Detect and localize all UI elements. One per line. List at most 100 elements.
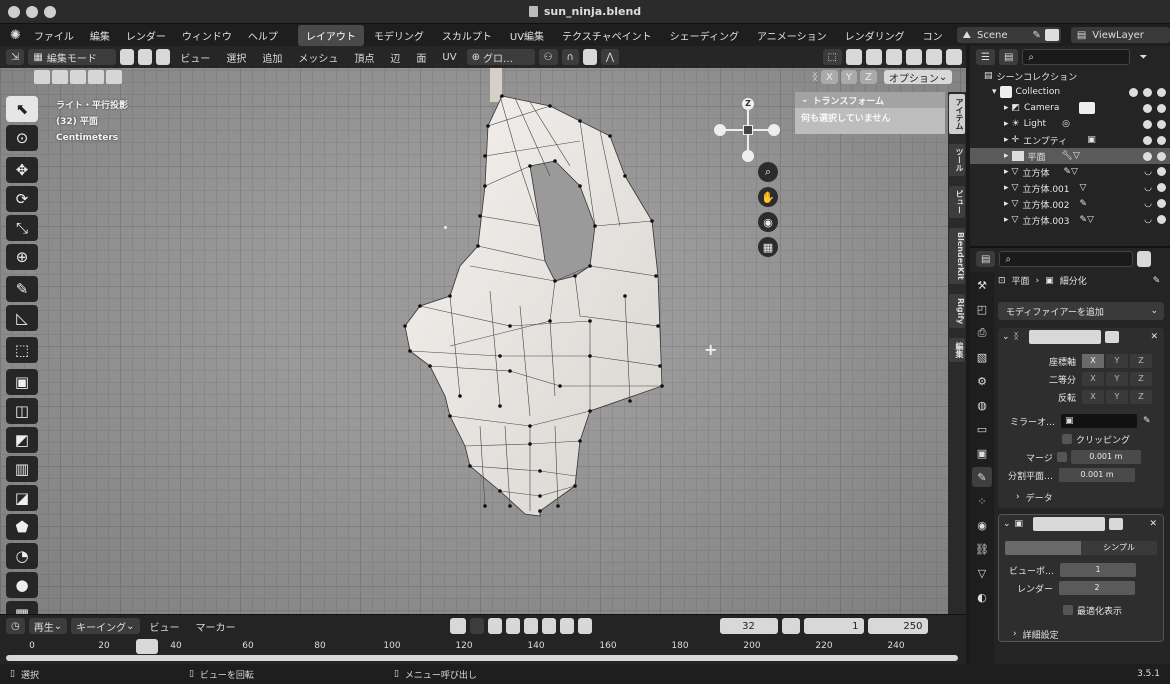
outliner-item-collection[interactable]: ▾ Collection xyxy=(970,84,1170,100)
current-frame-field[interactable]: 32 xyxy=(719,618,778,634)
menu-add[interactable]: 追加 xyxy=(256,50,288,65)
transform-panel-header[interactable]: ⌄ トランスフォーム xyxy=(795,92,945,108)
bevel-tool[interactable]: ◩ xyxy=(6,427,38,453)
tab-animation[interactable]: アニメーション xyxy=(749,25,835,46)
modifier-dropdown[interactable] xyxy=(1109,518,1124,530)
tab-blenderkit[interactable]: BlenderKit xyxy=(949,228,965,284)
tab-modifiers[interactable]: ✎ xyxy=(972,467,992,487)
select-mode-new-button[interactable] xyxy=(34,70,50,84)
zoom-window-button[interactable] xyxy=(44,6,56,18)
start-frame-field[interactable]: 1 xyxy=(803,618,864,634)
bisect-z-toggle[interactable]: Z xyxy=(1130,372,1152,386)
merge-checkbox[interactable] xyxy=(1056,452,1067,462)
flip-y-toggle[interactable]: Y xyxy=(1106,390,1128,404)
select-mode-invert-button[interactable] xyxy=(88,70,104,84)
edge-select-button[interactable] xyxy=(138,49,153,65)
mirror-modifier-header[interactable]: ⌄ ᛝ ✕ xyxy=(998,328,1164,346)
checkbox-icon[interactable] xyxy=(1129,87,1138,97)
close-window-button[interactable] xyxy=(8,6,20,18)
camera-icon[interactable] xyxy=(1157,151,1166,161)
gizmo-y-axis[interactable] xyxy=(743,125,753,135)
mirror-z-toggle[interactable]: Z xyxy=(859,70,877,84)
bisect-y-toggle[interactable]: Y xyxy=(1106,372,1128,386)
eye-closed-icon[interactable]: ◡ xyxy=(1144,199,1152,209)
data-subpanel-header[interactable]: › データ xyxy=(998,488,1164,506)
scale-tool[interactable]: ⤡ xyxy=(6,215,38,241)
menu-render[interactable]: レンダー xyxy=(119,26,173,45)
modifier-name-field[interactable] xyxy=(1033,517,1106,531)
add-modifier-button[interactable]: モディファイアーを追加 ⌄ xyxy=(998,302,1164,320)
inset-tool[interactable]: ◫ xyxy=(6,398,38,424)
shading-material-button[interactable] xyxy=(946,49,962,65)
axis-x-toggle[interactable]: X xyxy=(1082,354,1104,368)
camera-icon[interactable] xyxy=(1157,119,1166,129)
menu-mesh[interactable]: メッシュ xyxy=(292,50,344,65)
tab-view[interactable]: ビュー xyxy=(949,186,965,218)
menu-select[interactable]: 選択 xyxy=(220,50,252,65)
outliner-item-empty[interactable]: ▸ ✛ エンプティ ▣ xyxy=(970,132,1170,148)
tab-constraints[interactable]: ⛓ xyxy=(972,539,992,559)
outliner-item-cube[interactable]: ▸ ▽ 立方体 ✎ ▽ ◡ xyxy=(970,164,1170,180)
blender-logo-icon[interactable]: ✺ xyxy=(6,28,25,43)
gizmo-z-neg[interactable] xyxy=(742,150,754,162)
outliner-item-cube-001[interactable]: ▸ ▽ 立方体.001 ▽ ◡ xyxy=(970,180,1170,196)
shading-solid-button[interactable] xyxy=(926,49,942,65)
gizmo-x-neg[interactable] xyxy=(714,124,726,136)
jump-end-button[interactable] xyxy=(577,618,592,634)
navigation-gizmo[interactable]: Z xyxy=(712,94,782,164)
poly-build-tool[interactable]: ⬟ xyxy=(6,514,38,540)
pivot-button[interactable]: ⚇ xyxy=(538,49,558,65)
eye-icon[interactable] xyxy=(1143,87,1152,97)
properties-editor-type[interactable]: ▤ xyxy=(976,251,996,267)
tab-compositing[interactable]: コン xyxy=(915,25,951,46)
rotate-tool[interactable]: ⟳ xyxy=(6,186,38,212)
smooth-tool[interactable]: ● xyxy=(6,572,38,598)
camera-view-icon[interactable]: ◉ xyxy=(758,212,778,232)
bisect-x-toggle[interactable]: X xyxy=(1082,372,1104,386)
tab-texture-paint[interactable]: テクスチャペイント xyxy=(554,25,660,46)
merge-distance-input[interactable]: 0.001 m xyxy=(1070,450,1141,464)
optimal-display-checkbox[interactable] xyxy=(1063,605,1073,615)
render-levels-input[interactable]: 2 xyxy=(1059,581,1136,595)
transform-orientation-selector[interactable]: ⊕ グロ… xyxy=(466,49,535,65)
outliner-item-cube-003[interactable]: ▸ ▽ 立方体.003 ✎ ▽ ◡ xyxy=(970,212,1170,228)
timeline-view-menu[interactable]: ビュー xyxy=(144,619,186,634)
tab-rigify[interactable]: Rigify xyxy=(949,293,965,328)
tab-simple[interactable]: シンプル xyxy=(1081,541,1157,555)
advanced-subpanel-header[interactable]: › 詳細設定 xyxy=(999,625,1163,643)
camera-icon[interactable] xyxy=(1157,103,1166,113)
outliner-item-light[interactable]: ▸ ☀ Light ◎ xyxy=(970,116,1170,132)
annotate-tool[interactable]: ✎ xyxy=(6,276,38,302)
tab-sculpt[interactable]: スカルプト xyxy=(434,25,500,46)
menu-file[interactable]: ファイル xyxy=(27,26,81,45)
eye-icon[interactable] xyxy=(1143,103,1152,113)
snap-target-button[interactable] xyxy=(582,49,597,65)
axis-y-toggle[interactable]: Y xyxy=(1106,354,1128,368)
menu-edge[interactable]: 辺 xyxy=(384,50,406,65)
mirror-x-toggle[interactable]: X xyxy=(821,70,838,84)
tab-collection[interactable]: ▭ xyxy=(972,419,992,439)
outliner-item-cube-002[interactable]: ▸ ▽ 立方体.002 ✎ ◡ xyxy=(970,196,1170,212)
tab-output[interactable]: ⎙ xyxy=(972,323,992,343)
spin-tool[interactable]: ◔ xyxy=(6,543,38,569)
subdivision-modifier-header[interactable]: ⌄ ▣ ✕ xyxy=(999,515,1163,533)
menu-view[interactable]: ビュー xyxy=(174,50,216,65)
overlay-toggle[interactable] xyxy=(866,49,882,65)
flip-x-toggle[interactable]: X xyxy=(1082,390,1104,404)
knife-tool[interactable]: ◪ xyxy=(6,485,38,511)
jump-prev-key-button[interactable] xyxy=(505,618,520,634)
camera-icon[interactable] xyxy=(1157,215,1166,224)
tab-render[interactable]: ◰ xyxy=(972,299,992,319)
modifier-name-field[interactable] xyxy=(1028,330,1101,344)
tab-material[interactable]: ◐ xyxy=(972,587,992,607)
loop-cut-tool[interactable]: ▥ xyxy=(6,456,38,482)
tab-particles[interactable]: ⁘ xyxy=(972,491,992,511)
eye-closed-icon[interactable]: ◡ xyxy=(1144,167,1152,177)
camera-icon[interactable] xyxy=(1157,199,1166,208)
timeline-editor-type[interactable]: ◷ xyxy=(6,618,25,634)
grid-ortho-icon[interactable]: ▦ xyxy=(758,237,778,257)
eye-closed-icon[interactable]: ◡ xyxy=(1144,183,1152,193)
options-dropdown[interactable]: オプション ⌄ xyxy=(883,70,953,85)
tab-object[interactable]: ▣ xyxy=(972,443,992,463)
menu-help[interactable]: ヘルプ xyxy=(241,26,285,45)
